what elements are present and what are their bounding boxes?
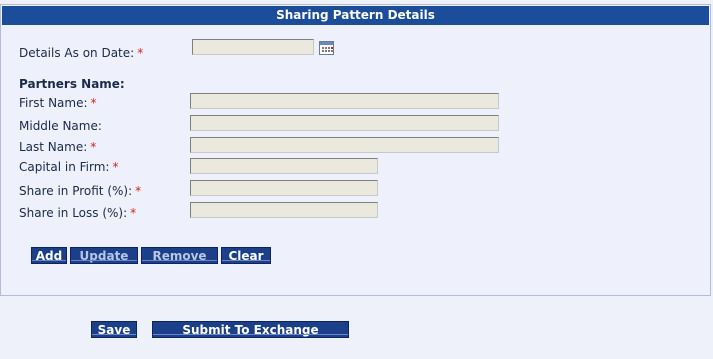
required-marker: * [130,206,137,220]
calendar-icon[interactable] [319,41,334,55]
add-button[interactable]: Add [31,247,67,264]
clear-button[interactable]: Clear [221,247,271,264]
first-name-input[interactable] [190,93,499,109]
remove-button[interactable]: Remove [141,247,218,264]
required-marker: * [112,160,119,174]
share-profit-label: Share in Profit (%): * [19,184,142,198]
last-name-input[interactable] [190,137,499,153]
middle-name-label: Middle Name: [19,119,102,133]
update-button[interactable]: Update [70,247,138,264]
required-marker: * [137,46,144,60]
required-marker: * [90,96,97,110]
save-button[interactable]: Save [91,321,137,338]
partners-name-heading: Partners Name: [19,77,125,91]
required-marker: * [135,184,142,198]
submit-to-exchange-button[interactable]: Submit To Exchange [152,321,349,338]
details-date-input[interactable] [192,39,314,55]
required-marker: * [90,140,97,154]
capital-label: Capital in Firm: * [19,160,119,174]
middle-name-input[interactable] [190,115,499,131]
share-loss-input[interactable] [190,202,378,218]
share-loss-label: Share in Loss (%): * [19,206,137,220]
share-profit-input[interactable] [190,180,378,196]
capital-input[interactable] [190,158,378,174]
sharing-pattern-panel: Sharing Pattern Details Details As on Da… [0,4,711,296]
date-label: Details As on Date: * [19,46,144,60]
last-name-label: Last Name: * [19,140,97,154]
panel-title: Sharing Pattern Details [2,6,709,25]
first-name-label: First Name: * [19,96,97,110]
